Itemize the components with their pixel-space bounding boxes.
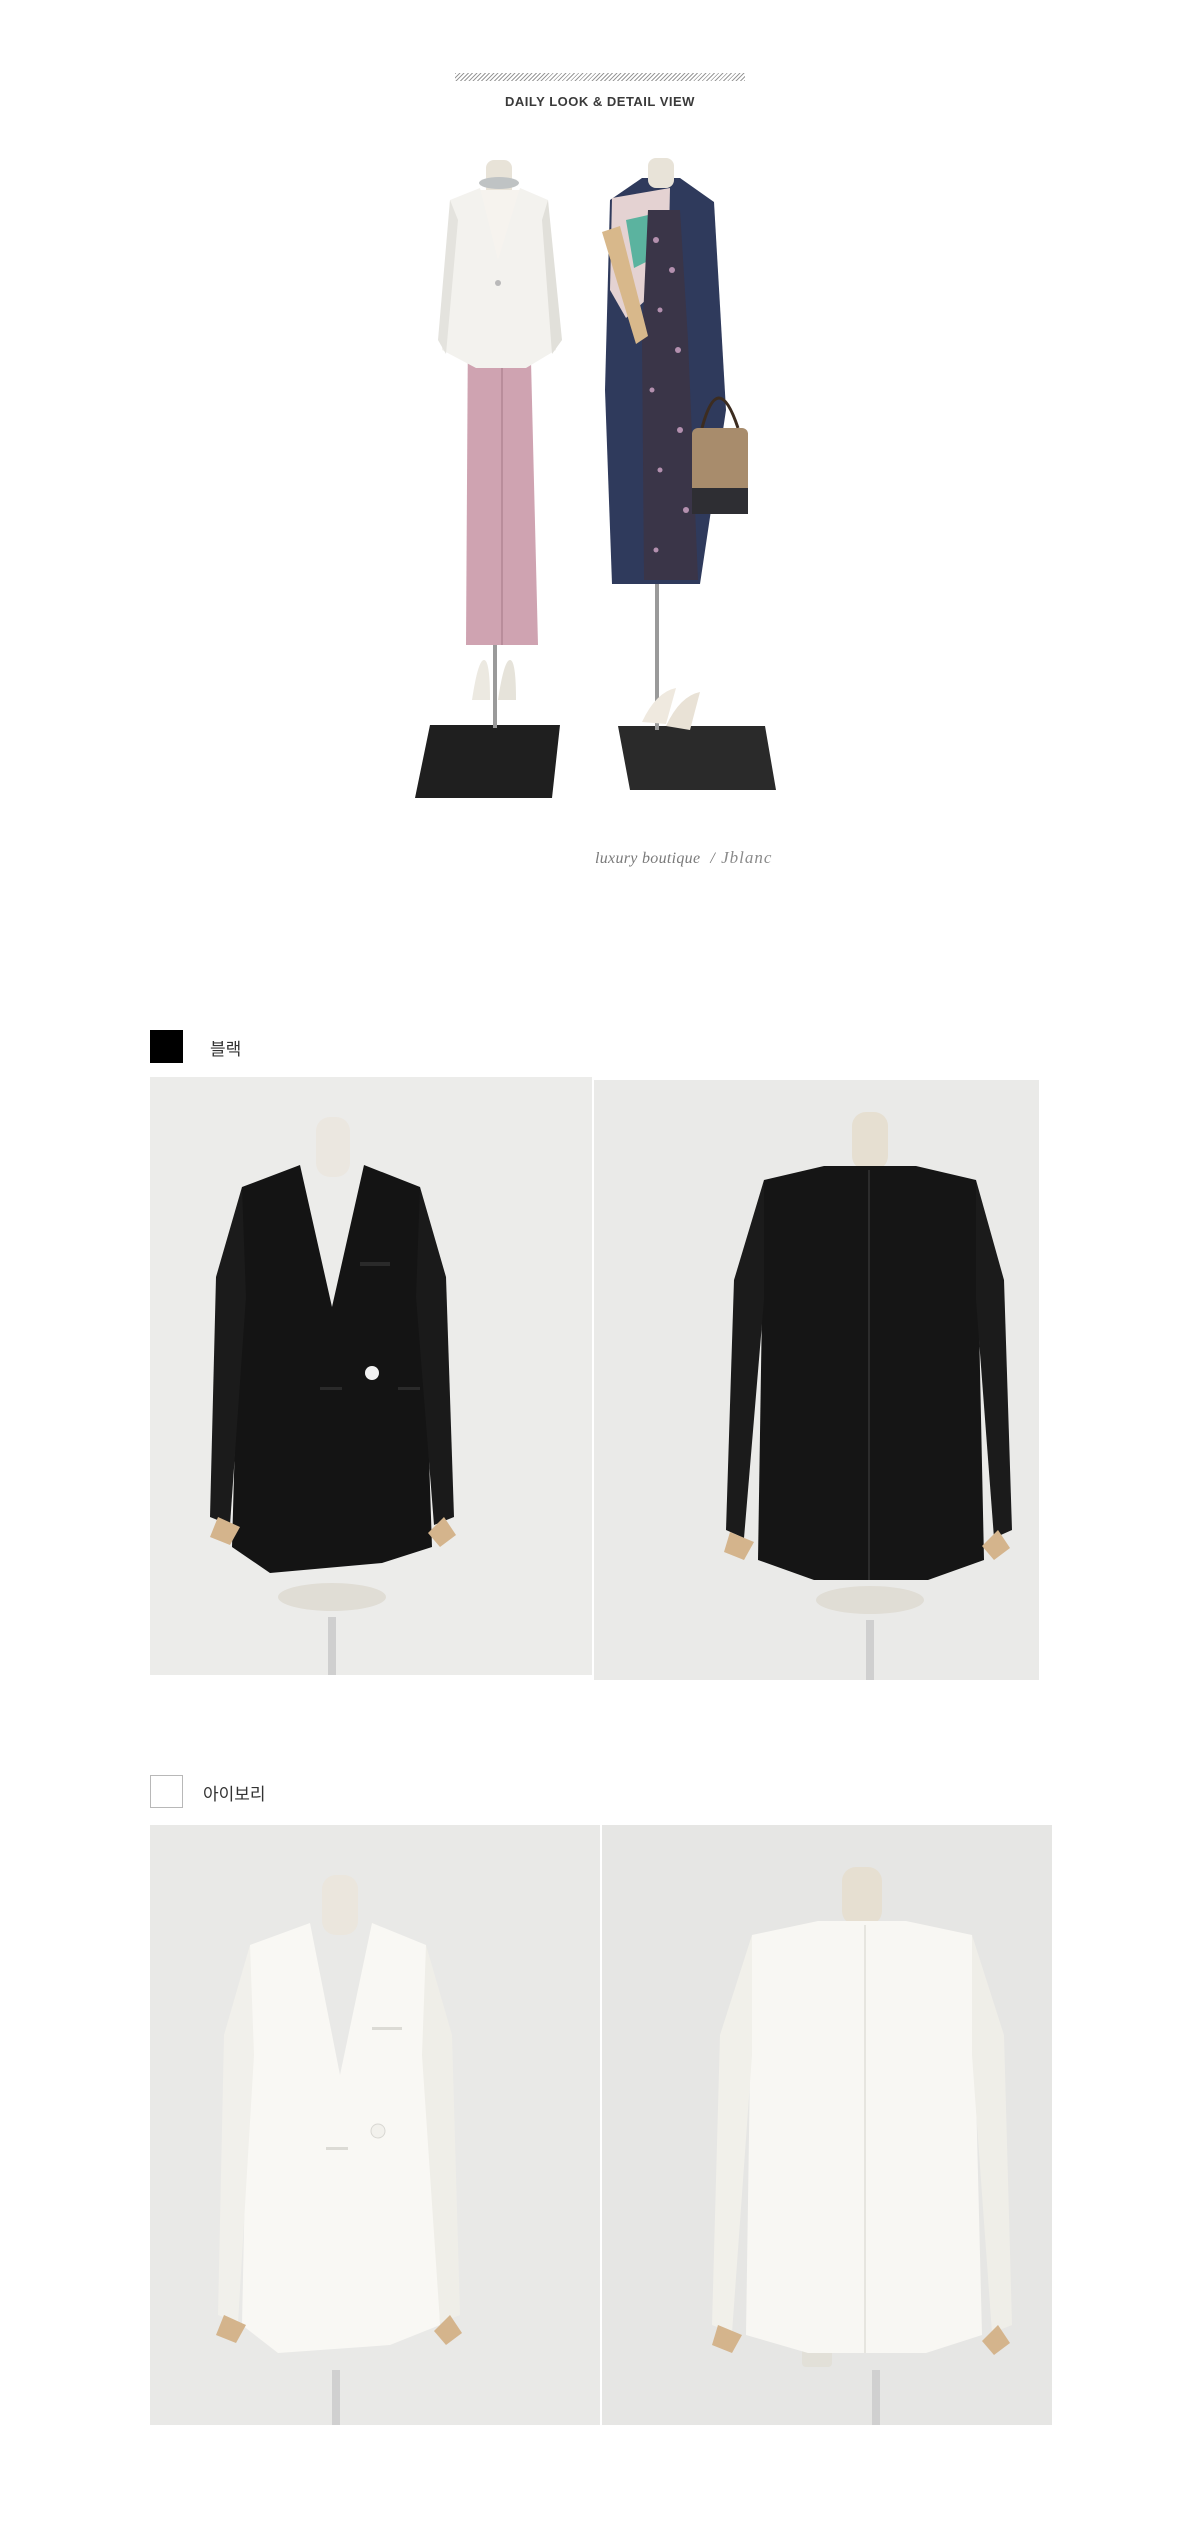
title-hatch-decoration bbox=[455, 73, 745, 81]
ivory-jacket-front-photo bbox=[150, 1825, 600, 2425]
color-swatch-ivory bbox=[150, 1775, 183, 1808]
daily-look-photo bbox=[380, 140, 820, 820]
section-title: DAILY LOOK & DETAIL VIEW bbox=[505, 94, 695, 109]
color-label-ivory: 아이보리 bbox=[203, 1785, 266, 1805]
black-jacket-front-photo bbox=[150, 1077, 592, 1675]
color-swatch-black bbox=[150, 1030, 183, 1063]
color-label-black: 블랙 bbox=[210, 1040, 242, 1060]
brand-logo: Jblanc bbox=[721, 848, 773, 867]
black-jacket-back-photo bbox=[594, 1080, 1039, 1680]
ivory-jacket-back-photo bbox=[602, 1825, 1052, 2425]
brand-signature: luxury boutique / Jblanc bbox=[595, 848, 772, 868]
brand-separator: / bbox=[710, 850, 716, 867]
brand-tagline: luxury boutique bbox=[595, 850, 701, 867]
